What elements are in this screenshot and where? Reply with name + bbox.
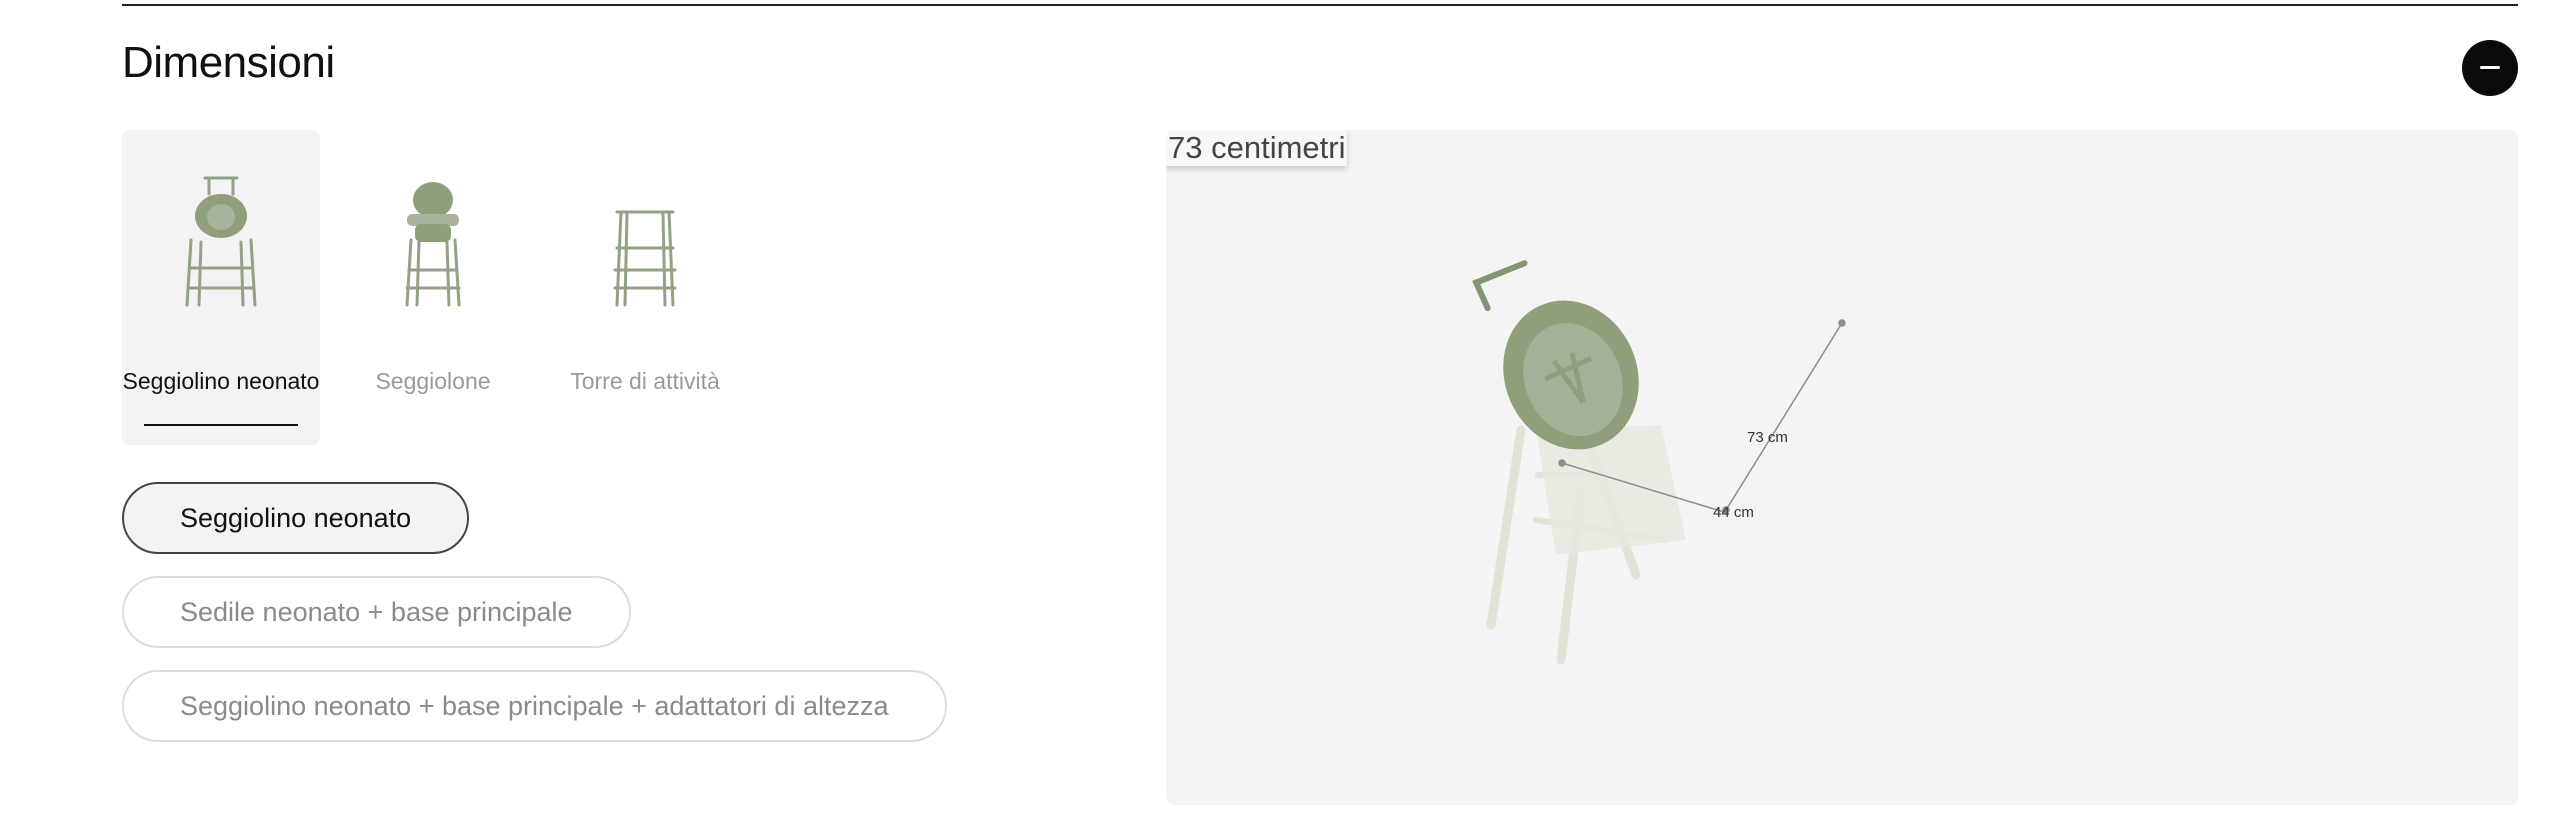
dimension-caption: 73 centimetri: [1166, 130, 1348, 166]
product-dimension-illustration: 73 cm 44 cm: [1472, 260, 1846, 665]
activity-tower-icon: [613, 210, 677, 307]
height-dimension-label: 73 cm: [1747, 429, 1788, 446]
config-tile-seggiolino-neonato[interactable]: Seggiolino neonato: [122, 130, 320, 445]
high-chair-icon: [405, 182, 461, 307]
config-tile-torre-di-attivita[interactable]: Torre di attività: [546, 130, 744, 445]
product-preview: 73 cm 44 cm 73 centimetri: [1166, 130, 2518, 805]
section-title: Dimensioni: [122, 38, 335, 87]
variant-pill-seggiolino-neonato[interactable]: Seggiolino neonato: [122, 482, 470, 554]
selected-underline: [144, 424, 298, 426]
variant-pill-sedile-base[interactable]: Sedile neonato + base principale: [122, 576, 631, 648]
tile-label: Seggiolino neonato: [122, 368, 320, 394]
variant-pill-seggiolino-base-adattatori[interactable]: Seggiolino neonato + base principale + a…: [122, 670, 947, 742]
newborn-seat-chair-icon: [185, 176, 257, 307]
section-divider: [122, 4, 2518, 6]
width-dimension-label: 44 cm: [1713, 504, 1754, 521]
config-tile-seggiolone[interactable]: Seggiolone: [334, 130, 532, 445]
minus-icon: [2480, 66, 2500, 69]
tile-label: Torre di attività: [570, 368, 720, 394]
collapse-section-button[interactable]: [2462, 40, 2518, 96]
tile-label: Seggiolone: [375, 368, 491, 394]
